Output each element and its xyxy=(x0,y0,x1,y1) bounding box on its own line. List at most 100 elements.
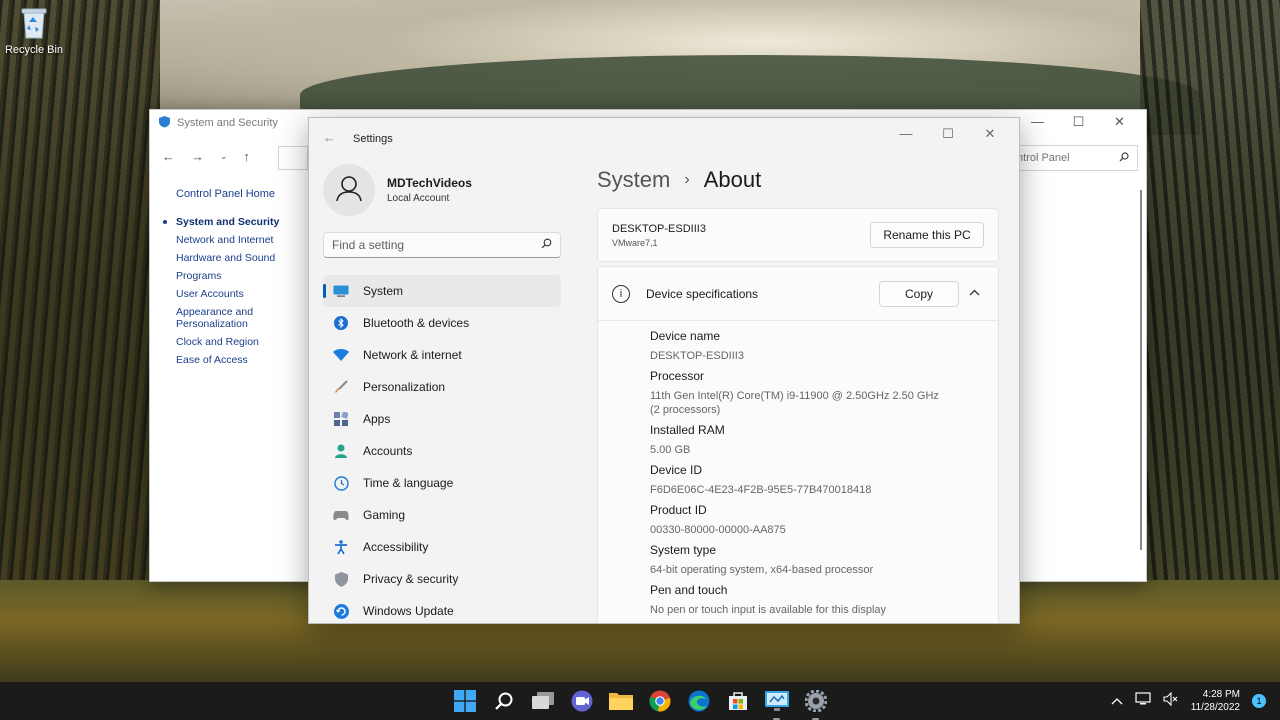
recycle-bin-shortcut[interactable]: Recycle Bin xyxy=(4,6,64,56)
sidebar-link-system-and-security[interactable]: System and Security xyxy=(163,216,310,228)
minimize-icon[interactable]: — xyxy=(1017,114,1058,130)
spec-key: Pen and touch xyxy=(650,583,728,597)
maximize-icon[interactable]: ☐ xyxy=(1058,114,1099,130)
nav-item-bluetooth[interactable]: Bluetooth & devices xyxy=(323,307,561,339)
notification-badge[interactable]: 1 xyxy=(1252,694,1266,708)
search-icon xyxy=(1119,151,1129,165)
nav-label: Personalization xyxy=(363,380,446,394)
back-arrow-icon[interactable]: ← xyxy=(162,149,175,164)
nav-item-personalization[interactable]: Personalization xyxy=(323,371,561,403)
recycle-bin-icon xyxy=(19,6,49,40)
sidebar-link-appearance[interactable]: Appearance and Personalization xyxy=(176,306,276,330)
recent-dropdown-icon[interactable]: ⌄ xyxy=(220,151,228,162)
up-arrow-icon[interactable]: ↑ xyxy=(244,149,251,164)
nav-label: Time & language xyxy=(363,476,454,490)
clock-date: 11/28/2022 xyxy=(1190,702,1240,713)
chat-button[interactable] xyxy=(569,689,594,714)
nav-item-windows-update[interactable]: Windows Update xyxy=(323,595,561,623)
spec-list: Device name DESKTOP-ESDIII3 Processor 11… xyxy=(598,321,998,617)
control-panel-taskbar-button[interactable] xyxy=(764,689,789,720)
settings-taskbar-button[interactable] xyxy=(803,689,828,720)
folder-icon xyxy=(608,693,633,710)
copy-button[interactable]: Copy xyxy=(879,281,959,307)
pc-name: DESKTOP-ESDIII3 xyxy=(612,222,706,235)
control-panel-scrollbar[interactable] xyxy=(1140,190,1142,550)
nav-label: Accessibility xyxy=(363,540,429,554)
address-bar[interactable] xyxy=(278,146,308,170)
settings-close-icon[interactable]: ✕ xyxy=(969,126,1011,142)
sidebar-link-network-and-internet[interactable]: Network and Internet xyxy=(176,234,310,246)
close-icon[interactable]: ✕ xyxy=(1099,114,1140,130)
chat-icon xyxy=(571,690,592,712)
nav-item-apps[interactable]: Apps xyxy=(323,403,561,435)
chevron-up-icon[interactable] xyxy=(969,285,980,299)
control-panel-icon xyxy=(764,691,789,711)
nav-item-network[interactable]: Network & internet xyxy=(323,339,561,371)
chrome-button[interactable] xyxy=(647,689,672,714)
user-profile[interactable]: MDTechVideos Local Account xyxy=(323,164,472,216)
settings-maximize-icon[interactable]: ☐ xyxy=(927,126,969,142)
network-icon[interactable] xyxy=(1135,691,1151,711)
nav-item-accounts[interactable]: Accounts xyxy=(323,435,561,467)
spec-key: Device ID xyxy=(650,463,703,477)
search-icon xyxy=(494,692,512,710)
rename-pc-button[interactable]: Rename this PC xyxy=(870,222,984,248)
settings-nav: System Bluetooth & devices Network & int… xyxy=(323,275,561,623)
spec-value: DESKTOP-ESDIII3 xyxy=(650,350,744,362)
forward-arrow-icon[interactable]: → xyxy=(191,149,204,164)
control-panel-home-link[interactable]: Control Panel Home xyxy=(176,188,310,200)
spec-key: System type xyxy=(650,543,717,557)
sidebar-link-ease-of-access[interactable]: Ease of Access xyxy=(176,354,310,366)
spec-row: Product ID 00330-80000-00000-AA875 xyxy=(650,503,998,537)
sidebar-link-hardware-and-sound[interactable]: Hardware and Sound xyxy=(176,252,310,264)
nav-label: Network & internet xyxy=(363,348,462,362)
edge-button[interactable] xyxy=(686,689,711,714)
apps-icon xyxy=(333,411,349,427)
pc-name-card: DESKTOP-ESDIII3 VMware7,1 Rename this PC xyxy=(597,208,999,262)
windows-logo-icon xyxy=(453,690,476,712)
breadcrumb-parent[interactable]: System xyxy=(597,167,670,193)
task-view-icon xyxy=(531,692,554,709)
nav-label: Gaming xyxy=(363,508,406,522)
shield-icon xyxy=(333,571,349,587)
spec-value: No pen or touch input is available for t… xyxy=(650,604,887,616)
spec-row: System type 64-bit operating system, x64… xyxy=(650,543,998,577)
monitor-icon xyxy=(333,283,349,299)
search-taskbar-button[interactable] xyxy=(491,689,516,714)
sidebar-link-clock-and-region[interactable]: Clock and Region xyxy=(176,336,310,348)
clock[interactable]: 4:28 PM 11/28/2022 xyxy=(1191,688,1240,714)
store-button[interactable] xyxy=(725,689,750,714)
nav-item-privacy[interactable]: Privacy & security xyxy=(323,563,561,595)
accounts-icon xyxy=(333,443,349,459)
pc-model: VMware7,1 xyxy=(612,237,658,248)
settings-window-controls: — ☐ ✕ xyxy=(885,126,1011,142)
find-setting-input[interactable]: Find a setting xyxy=(323,232,561,258)
sidebar-link-user-accounts[interactable]: User Accounts xyxy=(176,288,310,300)
nav-item-accessibility[interactable]: Accessibility xyxy=(323,531,561,563)
brush-icon xyxy=(333,379,349,395)
accessibility-icon xyxy=(333,539,349,555)
spec-value: 64-bit operating system, x64-based proce… xyxy=(650,564,874,576)
device-specifications-header[interactable]: i Device specifications Copy xyxy=(598,267,998,321)
control-panel-window-controls: — ☐ ✕ xyxy=(1017,114,1140,130)
edge-icon xyxy=(688,690,709,712)
nav-label: Apps xyxy=(363,412,391,426)
settings-titlebar[interactable]: ← Settings — ☐ ✕ xyxy=(309,118,1019,158)
nav-item-time-language[interactable]: Time & language xyxy=(323,467,561,499)
recycle-bin-label: Recycle Bin xyxy=(4,44,64,56)
start-button[interactable] xyxy=(452,689,477,714)
settings-minimize-icon[interactable]: — xyxy=(885,126,927,142)
settings-back-icon[interactable]: ← xyxy=(323,130,336,145)
volume-muted-icon[interactable] xyxy=(1163,691,1179,711)
chevron-up-icon[interactable] xyxy=(1111,692,1123,710)
task-view-button[interactable] xyxy=(530,689,555,714)
control-panel-search[interactable]: ntrol Panel xyxy=(1010,145,1138,171)
system-tray: 4:28 PM 11/28/2022 1 xyxy=(1111,682,1266,720)
nav-item-gaming[interactable]: Gaming xyxy=(323,499,561,531)
spec-key: Product ID xyxy=(650,503,707,517)
sidebar-link-programs[interactable]: Programs xyxy=(176,270,310,282)
file-explorer-button[interactable] xyxy=(608,689,633,714)
nav-item-system[interactable]: System xyxy=(323,275,561,307)
settings-content: System › About DESKTOP-ESDIII3 VMware7,1… xyxy=(597,158,999,623)
account-type: Local Account xyxy=(387,193,450,204)
